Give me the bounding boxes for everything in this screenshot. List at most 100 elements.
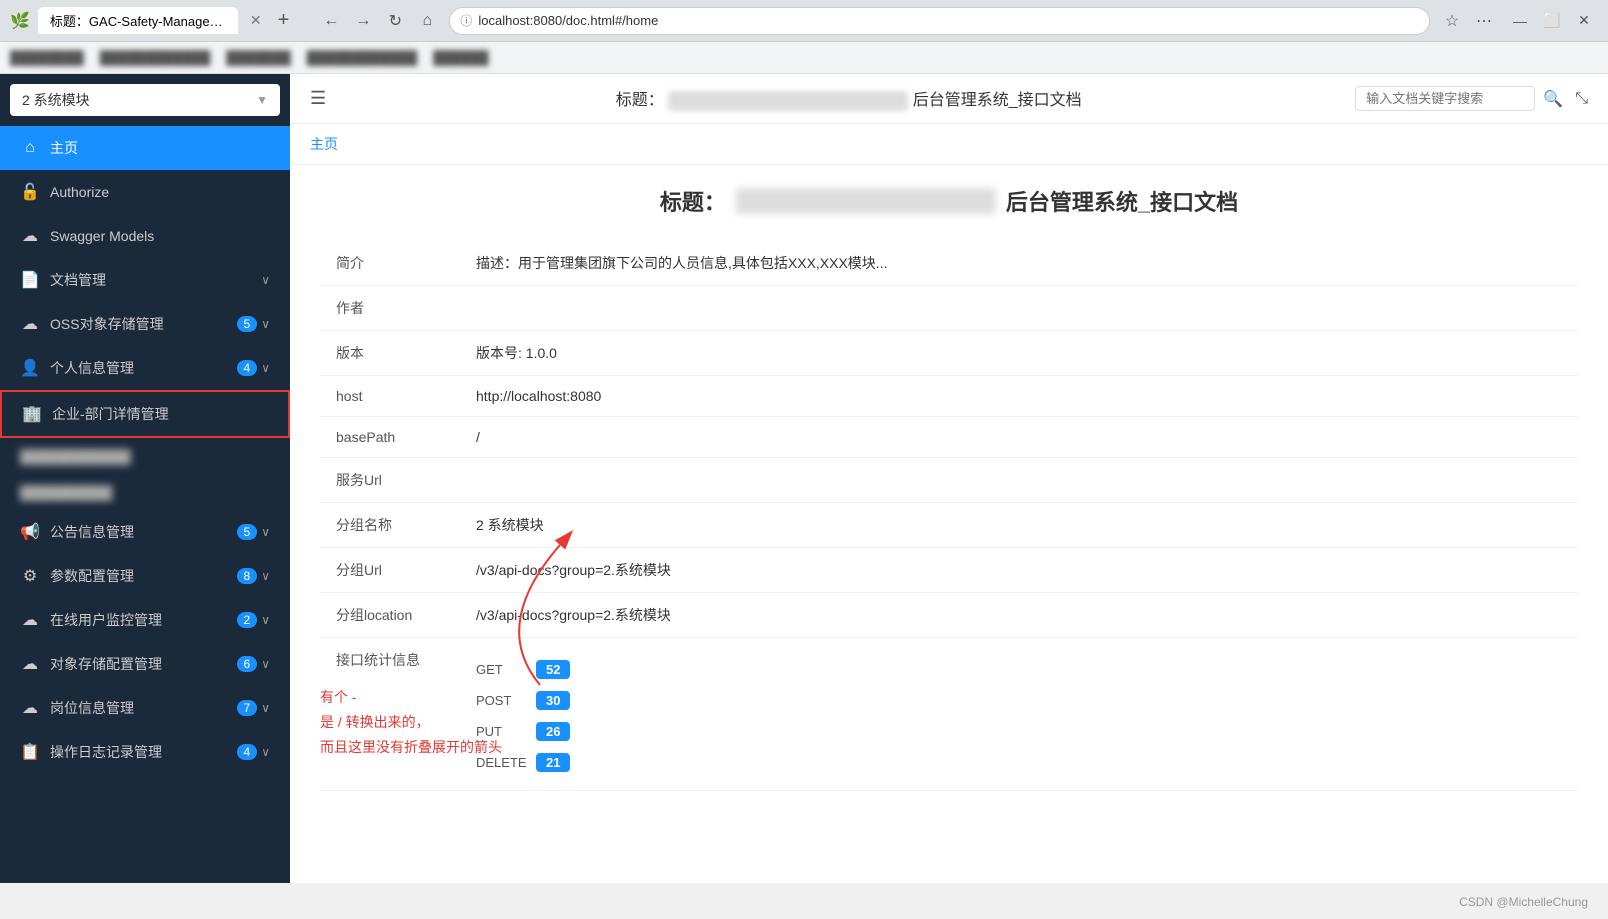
expand-log-icon: ∨	[261, 745, 270, 759]
field-value-version: 版本号: 1.0.0	[460, 331, 1578, 376]
field-value-group-location: /v3/api-docs?group=2.系统模块	[460, 593, 1578, 638]
restore-btn[interactable]: ⬜	[1538, 7, 1566, 35]
table-row: 分组location /v3/api-docs?group=2.系统模块	[320, 593, 1578, 638]
sidebar-blurred-2: ██████████	[0, 474, 290, 510]
info-table: 简介 描述：用于管理集团旗下公司的人员信息,具体包括XXX,XXX模块... 作…	[320, 241, 1578, 791]
storage-icon: ☁	[20, 654, 40, 674]
stat-method-delete: DELETE	[476, 755, 536, 770]
expand-icon[interactable]: ⤡	[1575, 90, 1588, 108]
tab-title: 标题：GAC-Safety-Management...	[38, 7, 238, 34]
sidebar-doc-label: 文档管理	[50, 270, 261, 290]
page-title-blurred	[736, 188, 996, 214]
sidebar-item-swagger-models[interactable]: ☁ Swagger Models	[0, 214, 290, 258]
online-badge: 2	[237, 612, 258, 628]
address-bar[interactable]: ⓘ localhost:8080/doc.html#/home	[449, 7, 1430, 35]
home-btn[interactable]: ⌂	[413, 7, 441, 35]
close-btn[interactable]: ✕	[1570, 7, 1598, 35]
sidebar-position-label: 岗位信息管理	[50, 698, 237, 718]
field-label-service-url: 服务Url	[320, 458, 460, 503]
settings-icon[interactable]: ⋯	[1470, 7, 1498, 35]
position-badge: 7	[237, 700, 258, 716]
back-btn[interactable]: ←	[317, 7, 345, 35]
sidebar-item-log-mgmt[interactable]: 📋 操作日志记录管理 4 ∨	[0, 730, 290, 774]
minimize-btn[interactable]: —	[1506, 7, 1534, 35]
tab-favicon: 🌿	[10, 11, 30, 31]
sidebar-log-label: 操作日志记录管理	[50, 742, 237, 762]
sidebar-notice-label: 公告信息管理	[50, 522, 237, 542]
sidebar-item-personal-mgmt[interactable]: 👤 个人信息管理 4 ∨	[0, 346, 290, 390]
search-input[interactable]	[1355, 86, 1535, 111]
stat-row-put: PUT 26	[476, 716, 1562, 747]
stat-method-put: PUT	[476, 724, 536, 739]
sidebar-home-label: 主页	[50, 138, 270, 158]
sidebar-item-oss-mgmt[interactable]: ☁ OSS对象存储管理 5 ∨	[0, 302, 290, 346]
search-icon[interactable]: 🔍	[1543, 89, 1563, 109]
main-content: ☰ 标题： 后台管理系统_接口文档 🔍 ⤡ 主页 标题： 后台管理系统_接口文档	[290, 74, 1608, 883]
table-row: basePath /	[320, 417, 1578, 458]
sidebar-dept-label: 企业-部门详情管理	[52, 404, 268, 424]
new-tab-btn[interactable]: +	[278, 9, 290, 32]
table-row: 作者	[320, 286, 1578, 331]
stats-section: GET 52 POST 30 PUT 26	[476, 654, 1562, 778]
field-label-basepath: basePath	[320, 417, 460, 458]
sidebar-item-param-mgmt[interactable]: ⚙ 参数配置管理 8 ∨	[0, 554, 290, 598]
authorize-icon: 🔓	[20, 182, 40, 202]
notice-badge: 5	[237, 524, 258, 540]
tab-close-btn[interactable]: ✕	[250, 12, 262, 29]
swagger-icon: ☁	[20, 226, 40, 246]
field-label-stats: 接口统计信息	[320, 638, 460, 791]
module-selector[interactable]: 2 系统模块 ▼	[10, 84, 280, 116]
sidebar-nav: ⌂ 主页 🔓 Authorize ☁ Swagger Models 📄 文档管理…	[0, 126, 290, 883]
stat-count-delete: 21	[536, 753, 570, 772]
stat-method-post: POST	[476, 693, 536, 708]
browser-actions: ☆ ⋯	[1438, 7, 1498, 35]
home-icon: ⌂	[20, 139, 40, 157]
sidebar-oss-label: OSS对象存储管理	[50, 314, 237, 334]
window-controls: — ⬜ ✕	[1506, 7, 1598, 35]
module-selector-label: 2 系统模块	[22, 90, 90, 110]
log-badge: 4	[237, 744, 258, 760]
field-value-group-url: /v3/api-docs?group=2.系统模块	[460, 548, 1578, 593]
expand-param-icon: ∨	[261, 569, 270, 583]
field-label-group-url: 分组Url	[320, 548, 460, 593]
field-label-host: host	[320, 376, 460, 417]
header-title: 标题： 后台管理系统_接口文档	[342, 86, 1355, 111]
sidebar-item-online-mgmt[interactable]: ☁ 在线用户监控管理 2 ∨	[0, 598, 290, 642]
expand-personal-icon: ∨	[261, 361, 270, 375]
sidebar-item-authorize[interactable]: 🔓 Authorize	[0, 170, 290, 214]
sidebar-item-dept-mgmt[interactable]: 🏢 企业-部门详情管理	[0, 390, 290, 438]
sidebar-item-doc-mgmt[interactable]: 📄 文档管理 ∨	[0, 258, 290, 302]
stat-row-post: POST 30	[476, 685, 1562, 716]
header-title-suffix: 后台管理系统_接口文档	[913, 92, 1082, 109]
position-icon: ☁	[20, 698, 40, 718]
storage-badge: 6	[237, 656, 258, 672]
browser-chrome: 🌿 标题：GAC-Safety-Management... ✕ + ← → ↻ …	[0, 0, 1608, 42]
personal-icon: 👤	[20, 358, 40, 378]
main-header: ☰ 标题： 后台管理系统_接口文档 🔍 ⤡	[290, 74, 1608, 124]
expand-storage-icon: ∨	[261, 657, 270, 671]
table-row: 分组名称 2 系统模块	[320, 503, 1578, 548]
sidebar-item-position-mgmt[interactable]: ☁ 岗位信息管理 7 ∨	[0, 686, 290, 730]
dept-icon: 🏢	[22, 404, 42, 424]
address-lock-icon: ⓘ	[460, 12, 472, 29]
app-container: 2 系统模块 ▼ ⌂ 主页 🔓 Authorize ☁ Swagger Mode…	[0, 74, 1608, 883]
sidebar: 2 系统模块 ▼ ⌂ 主页 🔓 Authorize ☁ Swagger Mode…	[0, 74, 290, 883]
menu-icon[interactable]: ☰	[310, 88, 326, 109]
stat-count-get: 52	[536, 660, 570, 679]
breadcrumb[interactable]: 主页	[290, 124, 1608, 165]
forward-btn[interactable]: →	[349, 7, 377, 35]
reload-btn[interactable]: ↻	[381, 7, 409, 35]
field-label-group-location: 分组location	[320, 593, 460, 638]
online-icon: ☁	[20, 610, 40, 630]
expand-icon: ∨	[261, 273, 270, 287]
bookmark-icon[interactable]: ☆	[1438, 7, 1466, 35]
sidebar-item-notice-mgmt[interactable]: 📢 公告信息管理 5 ∨	[0, 510, 290, 554]
address-text: localhost:8080/doc.html#/home	[478, 13, 658, 28]
sidebar-item-storage-config[interactable]: ☁ 对象存储配置管理 6 ∨	[0, 642, 290, 686]
stat-count-post: 30	[536, 691, 570, 710]
sidebar-item-home[interactable]: ⌂ 主页	[0, 126, 290, 170]
expand-oss-icon: ∨	[261, 317, 270, 331]
breadcrumb-label: 主页	[310, 136, 338, 152]
sidebar-swagger-label: Swagger Models	[50, 228, 270, 244]
stat-row-get: GET 52	[476, 654, 1562, 685]
